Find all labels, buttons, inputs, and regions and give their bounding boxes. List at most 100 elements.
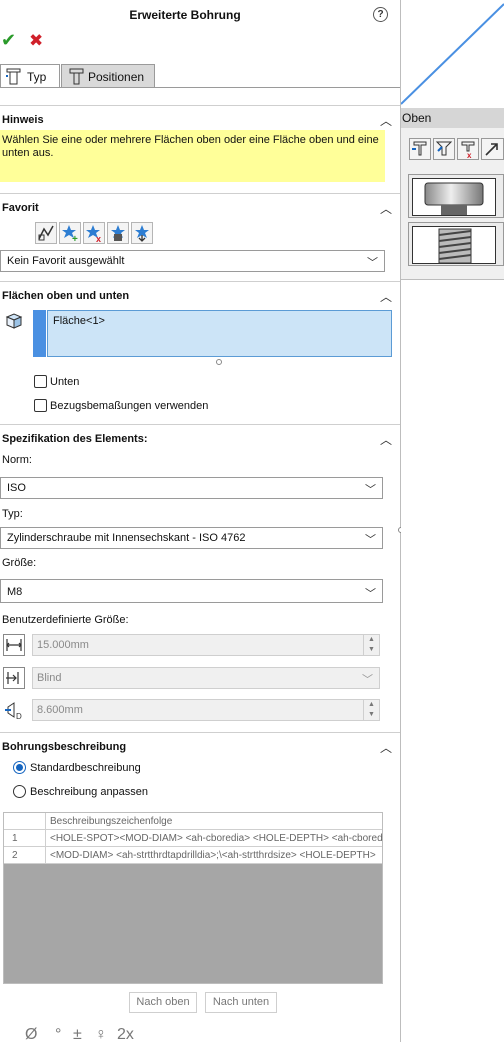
chevron-down-icon: ﹀ bbox=[367, 257, 378, 269]
plusminus-symbol-button[interactable]: ± bbox=[73, 1026, 82, 1044]
help-icon[interactable]: ? bbox=[373, 7, 388, 22]
divider bbox=[0, 193, 400, 194]
depth-value: 8.600mm bbox=[37, 704, 83, 716]
table-row[interactable]: 2 <MOD-DIAM> <ah-strtthrdtapdrilldia>;\<… bbox=[4, 847, 382, 864]
chevron-down-icon: ﹀ bbox=[365, 588, 376, 600]
custom-size-label: Benutzerdefinierte Größe: bbox=[2, 614, 129, 626]
collapse-chevron-icon[interactable]: ︿ bbox=[380, 200, 392, 216]
divider bbox=[0, 732, 400, 733]
section-hinweis-header[interactable]: Hinweis bbox=[2, 114, 44, 126]
diameter-symbol-button[interactable]: Ø bbox=[25, 1026, 37, 1044]
collapse-chevron-icon[interactable]: ︿ bbox=[380, 112, 392, 128]
custom-description-radio[interactable] bbox=[13, 785, 26, 798]
chevron-down-icon: ﹀ bbox=[365, 484, 376, 496]
diameter-value: 15.000mm bbox=[37, 639, 89, 651]
direction-arrow-icon[interactable] bbox=[481, 138, 504, 160]
divider bbox=[0, 281, 400, 282]
norm-label: Norm: bbox=[2, 454, 32, 466]
spin-arrows-icon[interactable]: ▲ ▼ bbox=[363, 635, 379, 655]
divider bbox=[0, 105, 400, 106]
section-flaechen-header[interactable]: Flächen oben und unten bbox=[2, 290, 129, 302]
end-condition-icon bbox=[3, 667, 25, 689]
selected-face-item[interactable]: Fläche<1> bbox=[53, 315, 105, 327]
row-number: 1 bbox=[4, 830, 46, 846]
apply-defaults-icon[interactable] bbox=[35, 222, 57, 244]
through-diameter-icon bbox=[3, 634, 25, 656]
favorite-select-value: Kein Favorit ausgewählt bbox=[7, 255, 125, 267]
chevron-down-icon: ﹀ bbox=[365, 534, 376, 546]
typ-label: Typ: bbox=[2, 508, 23, 520]
depth-icon: D bbox=[3, 699, 25, 721]
tab-typ-label: Typ bbox=[27, 70, 47, 84]
divider bbox=[0, 424, 400, 425]
row-number: 2 bbox=[4, 847, 46, 863]
hole-type-icon bbox=[6, 68, 21, 85]
svg-text:D: D bbox=[16, 712, 22, 721]
remove-type-icon[interactable]: x bbox=[457, 138, 479, 160]
description-cell[interactable]: <HOLE-SPOT><MOD-DIAM> <ah-cboredia> <HOL… bbox=[47, 830, 382, 846]
spin-arrows-icon[interactable]: ▲ ▼ bbox=[363, 700, 379, 720]
counterbore-head-icon bbox=[412, 178, 496, 216]
sketch-line bbox=[401, 3, 504, 105]
end-condition-value: Blind bbox=[37, 672, 62, 684]
tab-positionen[interactable]: Positionen bbox=[61, 64, 155, 88]
move-up-button[interactable]: Nach oben bbox=[129, 992, 197, 1013]
section-spezifikation-header[interactable]: Spezifikation des Elements: bbox=[2, 433, 147, 445]
tab-positionen-label: Positionen bbox=[88, 70, 145, 84]
delete-favorite-icon[interactable]: x bbox=[83, 222, 105, 244]
centerline-symbol-button[interactable]: ♀ bbox=[95, 1026, 107, 1044]
quantity-symbol-button[interactable]: 2x bbox=[117, 1026, 134, 1044]
property-manager-panel: Erweiterte Bohrung ? ✔ ✖ Typ Positionen … bbox=[0, 0, 400, 1044]
thread-tile[interactable] bbox=[408, 222, 504, 266]
chevron-down-icon: ﹀ bbox=[362, 674, 373, 686]
degree-symbol-button[interactable]: ° bbox=[55, 1026, 61, 1044]
face-selection-list[interactable]: Fläche<1> bbox=[47, 310, 392, 357]
table-header: Beschreibungszeichenfolge bbox=[4, 813, 382, 830]
svg-text:x: x bbox=[467, 151, 472, 159]
standard-description-radio[interactable] bbox=[13, 761, 26, 774]
collapse-chevron-icon[interactable]: ︿ bbox=[380, 739, 392, 755]
bezug-label: Bezugsbemaßungen verwenden bbox=[50, 400, 209, 412]
positions-icon bbox=[69, 68, 84, 85]
custom-description-label: Beschreibung anpassen bbox=[30, 786, 149, 798]
svg-text:+: + bbox=[72, 234, 78, 243]
typ-select-value: Zylinderschraube mit Innensechskant - IS… bbox=[7, 532, 246, 544]
norm-select[interactable]: ISO ﹀ bbox=[0, 477, 383, 499]
row-number-header bbox=[4, 813, 46, 829]
ok-icon[interactable]: ✔ bbox=[1, 30, 16, 51]
favorite-select[interactable]: Kein Favorit ausgewählt ﹀ bbox=[0, 250, 385, 272]
countersink-type-icon[interactable] bbox=[433, 138, 455, 160]
load-favorite-icon[interactable] bbox=[131, 222, 153, 244]
depth-field[interactable]: 8.600mm ▲ ▼ bbox=[32, 699, 380, 721]
move-down-button[interactable]: Nach unten bbox=[205, 992, 277, 1013]
groesse-select[interactable]: M8 ﹀ bbox=[0, 579, 383, 603]
collapse-chevron-icon[interactable]: ︿ bbox=[380, 288, 392, 304]
collapse-chevron-icon[interactable]: ︿ bbox=[380, 431, 392, 447]
svg-text:x: x bbox=[96, 234, 101, 243]
typ-select[interactable]: Zylinderschraube mit Innensechskant - IS… bbox=[0, 527, 383, 549]
end-condition-select[interactable]: Blind ﹀ bbox=[32, 667, 380, 689]
unten-checkbox[interactable] bbox=[34, 375, 47, 388]
table-row[interactable]: 1 <HOLE-SPOT><MOD-DIAM> <ah-cboredia> <H… bbox=[4, 830, 382, 847]
cancel-icon[interactable]: ✖ bbox=[29, 31, 43, 51]
description-table[interactable]: Beschreibungszeichenfolge 1 <HOLE-SPOT><… bbox=[3, 812, 383, 984]
add-favorite-icon[interactable]: + bbox=[59, 222, 81, 245]
sketch-preview bbox=[401, 3, 504, 105]
view-label: Oben bbox=[401, 108, 504, 128]
norm-select-value: ISO bbox=[7, 482, 26, 494]
counterbore-type-icon[interactable] bbox=[409, 138, 431, 160]
diameter-field[interactable]: 15.000mm ▲ ▼ bbox=[32, 634, 380, 656]
resize-handle[interactable] bbox=[216, 359, 222, 365]
groesse-label: Größe: bbox=[2, 557, 37, 569]
standard-description-label: Standardbeschreibung bbox=[30, 762, 141, 774]
tab-divider bbox=[0, 87, 400, 88]
tab-typ[interactable]: Typ bbox=[0, 64, 60, 88]
description-cell[interactable]: <MOD-DIAM> <ah-strtthrdtapdrilldia>;\<ah… bbox=[47, 847, 382, 863]
bezug-checkbox[interactable] bbox=[34, 399, 47, 412]
section-favorit-header[interactable]: Favorit bbox=[2, 202, 39, 214]
groesse-select-value: M8 bbox=[7, 586, 23, 598]
section-beschreibung-header[interactable]: Bohrungsbeschreibung bbox=[2, 741, 126, 753]
save-favorite-icon[interactable] bbox=[107, 222, 129, 244]
column-header: Beschreibungszeichenfolge bbox=[50, 816, 173, 827]
counterbore-head-tile[interactable] bbox=[408, 174, 504, 218]
